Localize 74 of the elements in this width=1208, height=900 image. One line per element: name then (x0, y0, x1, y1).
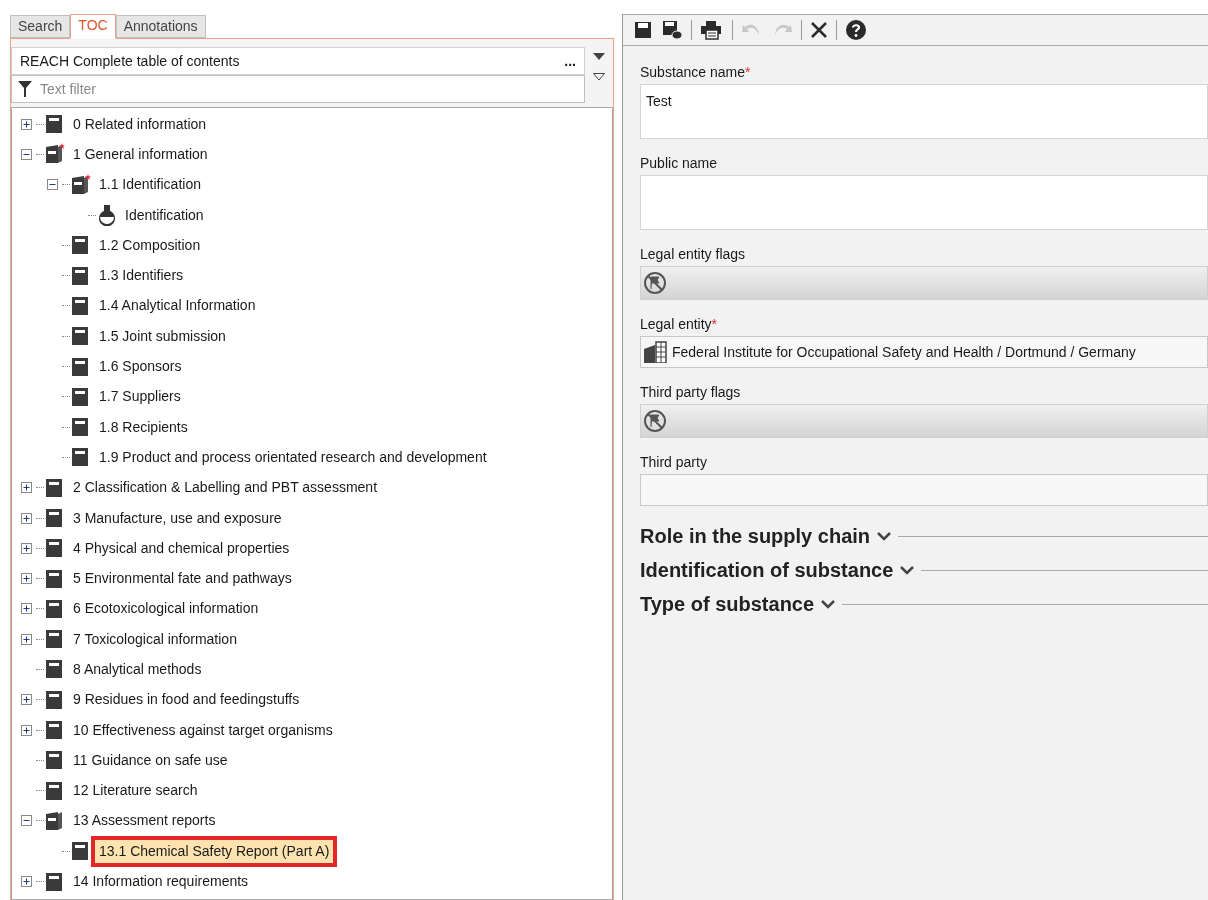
collapse-icon[interactable] (46, 179, 58, 191)
tree-item[interactable]: 1.7 Suppliers (95, 386, 185, 408)
reference-field[interactable]: Federal Institute for Occupational Safety and Health / Dortmund / Germany (640, 336, 1208, 368)
expand-icon[interactable] (20, 603, 32, 615)
expand-icon[interactable] (20, 573, 32, 585)
required-marker: * (745, 62, 751, 82)
tree-item[interactable]: 1.9 Product and process orientated research and development (95, 446, 491, 468)
filter-icon (18, 81, 32, 97)
save-comment-icon[interactable] (661, 19, 683, 41)
tree-item[interactable]: 1.2 Composition (95, 234, 205, 256)
section-heading[interactable]: Role in the supply chain (640, 521, 871, 551)
text-field[interactable]: Test (640, 84, 1208, 139)
building-icon (643, 341, 669, 363)
field-label: Legal entity (640, 314, 712, 334)
collapse-icon[interactable] (20, 815, 32, 827)
field-label: Third party flags (640, 382, 741, 402)
reference-field[interactable] (640, 474, 1208, 506)
flask-icon (96, 204, 118, 227)
no-flag-icon[interactable] (643, 271, 667, 295)
save-icon[interactable] (633, 20, 653, 40)
tree-item[interactable]: 1.3 Identifiers (95, 265, 188, 287)
tree-item[interactable]: 2 Classification & Labelling and PBT assessment (69, 477, 381, 499)
required-marker: * (711, 314, 718, 334)
expand-icon[interactable] (20, 542, 32, 554)
field-label: Public name (640, 153, 718, 173)
expand-icon[interactable] (20, 694, 32, 706)
tree-item[interactable]: 0 Related information (69, 113, 211, 135)
field-label: Legal entity flags (640, 244, 746, 264)
panel-tab[interactable]: TOC (70, 14, 116, 39)
tree-item[interactable]: 1.5 Joint submission (95, 325, 230, 347)
expand-icon[interactable] (20, 876, 32, 888)
chevron-down-icon[interactable] (820, 598, 837, 610)
section-heading[interactable]: Identification of substance (640, 555, 894, 585)
panel-tab[interactable]: Annotations (115, 15, 206, 38)
tree-item[interactable]: 9 Residues in food and feedingstuffs (69, 689, 304, 711)
tree-item[interactable]: 1.1 Identification (95, 174, 205, 196)
tree-item[interactable]: 1.6 Sponsors (95, 356, 186, 377)
tree-item[interactable]: 5 Environmental fate and pathways (69, 568, 296, 590)
expand-icon[interactable] (20, 118, 32, 130)
tree-item[interactable]: 1.8 Recipients (95, 416, 192, 438)
close-icon[interactable] (810, 21, 828, 39)
tree-item[interactable]: 11 Guidance on safe use (69, 749, 232, 771)
tree-item[interactable]: Identification (121, 204, 208, 226)
text-filter-field[interactable]: Text filter (11, 75, 585, 103)
dropdown-icon[interactable] (593, 53, 605, 61)
section-heading[interactable]: Type of substance (640, 589, 815, 619)
tree-item[interactable]: 8 Analytical methods (69, 659, 206, 680)
expand-icon[interactable] (20, 482, 32, 494)
panel-tab[interactable]: Search (10, 15, 71, 38)
toc-selector[interactable]: REACH Complete table of contents ... (11, 47, 585, 75)
field-label: Substance name (640, 62, 746, 82)
tree-item[interactable]: 6 Ecotoxicological information (69, 598, 263, 620)
expand-icon[interactable] (20, 512, 32, 524)
tree-item[interactable]: 1.4 Analytical Information (95, 295, 260, 317)
expand-icon[interactable] (20, 633, 32, 645)
tree-item[interactable]: 4 Physical and chemical properties (69, 537, 294, 559)
chevron-down-icon[interactable] (876, 530, 893, 542)
tree-item[interactable]: 10 Effectiveness against target organisms (69, 719, 337, 741)
dropdown-outline-icon[interactable] (593, 73, 605, 81)
text-field[interactable] (640, 175, 1208, 230)
chevron-down-icon[interactable] (899, 564, 916, 576)
print-icon[interactable] (700, 20, 724, 40)
expand-icon[interactable] (20, 724, 32, 736)
help-icon[interactable] (845, 19, 867, 41)
no-flag-icon[interactable] (643, 409, 667, 433)
text-filter-input[interactable]: Text filter (40, 78, 578, 100)
collapse-icon[interactable] (20, 148, 32, 160)
tree-item[interactable]: 1 General information (69, 143, 212, 165)
tree-item[interactable]: 12 Literature search (69, 780, 202, 802)
tree-item[interactable]: 3 Manufacture, use and exposure (69, 507, 286, 529)
field-label: Third party (640, 452, 707, 472)
tree-item[interactable]: 14 Information requirements (69, 871, 253, 893)
tree-item[interactable]: 13 Assessment reports (69, 810, 220, 832)
tree-item[interactable]: 7 Toxicological information (69, 628, 241, 650)
